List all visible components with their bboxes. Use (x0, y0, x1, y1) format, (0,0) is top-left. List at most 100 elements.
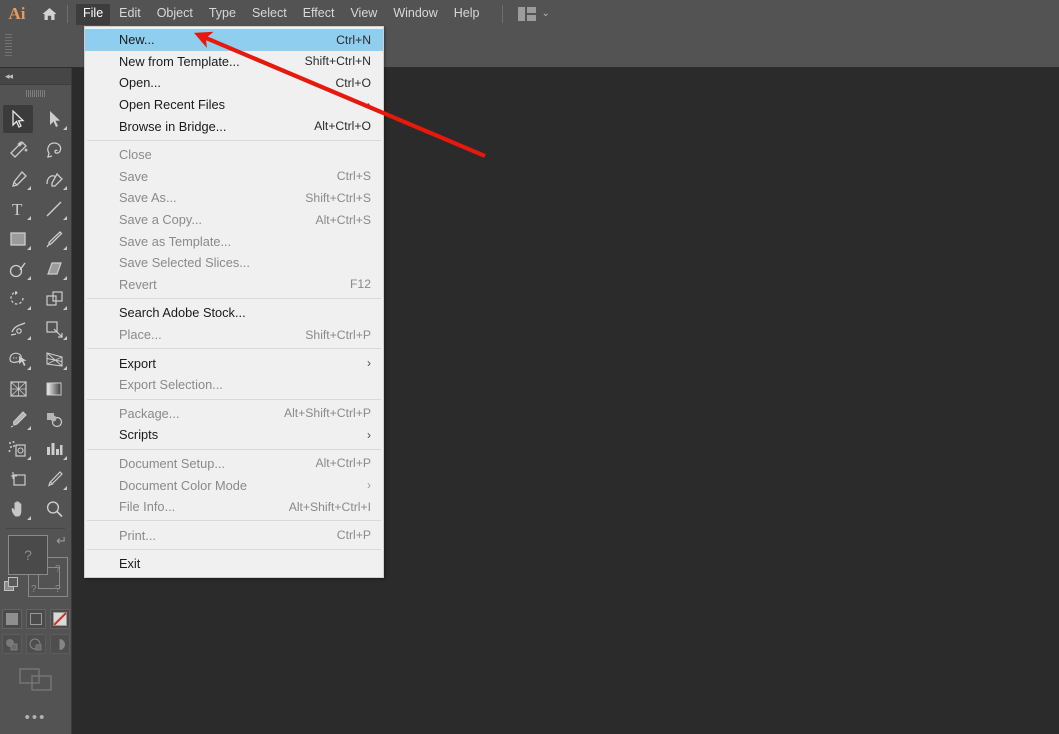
menubar-item-effect[interactable]: Effect (296, 4, 342, 25)
perspective-grid-tool[interactable] (36, 344, 72, 374)
symbol-sprayer-tool[interactable] (0, 434, 36, 464)
menu-item-export-selection[interactable]: Export Selection... (85, 374, 383, 396)
draw-normal-button[interactable] (1, 634, 22, 654)
menubar-item-help[interactable]: Help (447, 4, 487, 25)
eraser-tool[interactable] (36, 254, 72, 284)
none-mode-button[interactable] (49, 609, 70, 629)
stroke-q-3: ? (55, 584, 61, 595)
menu-item-open[interactable]: Open... Ctrl+O (85, 72, 383, 94)
menu-item-exit[interactable]: Exit (85, 553, 383, 575)
gradient-tool[interactable] (36, 374, 72, 404)
menubar-items: File Edit Object Type Select Effect View Window… (75, 3, 488, 25)
control-bar-grip[interactable] (5, 34, 12, 60)
fill-swatch[interactable]: ? (8, 535, 48, 575)
menu-item-document-setup[interactable]: Document Setup... Alt+Ctrl+P (85, 453, 383, 475)
eyedropper-tool[interactable] (0, 404, 36, 434)
draw-behind-button[interactable] (25, 634, 46, 654)
menubar-item-object[interactable]: Object (150, 4, 200, 25)
change-screen-mode-button[interactable] (0, 668, 71, 692)
fill-and-stroke-controls: ? ? ? ? ↵ (0, 533, 71, 603)
paintbrush-tool[interactable] (36, 224, 72, 254)
menu-item-label: Open Recent Files (119, 97, 225, 113)
menubar-item-edit[interactable]: Edit (112, 4, 148, 25)
menu-item-file-info[interactable]: File Info... Alt+Shift+Ctrl+I (85, 496, 383, 518)
menu-item-label: Print... (119, 527, 156, 543)
type-tool[interactable]: T (0, 194, 36, 224)
menu-item-browse-in-bridge[interactable]: Browse in Bridge... Alt+Ctrl+O (85, 115, 383, 137)
menubar-divider (67, 5, 68, 23)
slice-tool[interactable] (36, 464, 72, 494)
menu-item-shortcut: F12 (349, 277, 371, 292)
file-menu-dropdown: New... Ctrl+N New from Template... Shift+Ct… (84, 26, 384, 578)
tools-panel-header[interactable]: ◂◂ (0, 68, 71, 85)
lasso-tool[interactable] (36, 134, 72, 164)
rotate-tool[interactable] (0, 284, 36, 314)
tools-panel-grip[interactable] (0, 85, 71, 101)
menu-item-label: Save As... (119, 190, 177, 206)
menu-item-save-a-copy[interactable]: Save a Copy... Alt+Ctrl+S (85, 209, 383, 231)
artboard-tool[interactable] (0, 464, 36, 494)
menu-item-document-color-mode[interactable]: Document Color Mode › (85, 474, 383, 496)
pen-tool[interactable] (0, 164, 36, 194)
menu-item-scripts[interactable]: Scripts › (85, 424, 383, 446)
menu-item-revert[interactable]: Revert F12 (85, 274, 383, 296)
menu-item-close[interactable]: Close (85, 144, 383, 166)
menubar-item-view[interactable]: View (343, 4, 384, 25)
direct-selection-tool[interactable] (36, 104, 72, 134)
edit-toolbar-button[interactable]: ••• (0, 710, 71, 725)
menu-separator (87, 348, 381, 350)
blend-tool[interactable] (36, 404, 72, 434)
stroke-q-2: ? (31, 584, 37, 595)
menu-item-export[interactable]: Export › (85, 352, 383, 374)
zoom-tool[interactable] (36, 494, 72, 524)
arrange-documents-icon (517, 7, 536, 21)
scale-tool[interactable] (36, 284, 72, 314)
home-icon[interactable] (34, 0, 64, 28)
menubar-item-select[interactable]: Select (245, 4, 294, 25)
menubar-item-type[interactable]: Type (202, 4, 243, 25)
shape-builder-tool[interactable] (0, 344, 36, 374)
menu-item-package[interactable]: Package... Alt+Shift+Ctrl+P (85, 403, 383, 425)
line-segment-tool[interactable] (36, 194, 72, 224)
rectangle-tool[interactable] (0, 224, 36, 254)
menubar-item-window[interactable]: Window (386, 4, 444, 25)
selection-tool[interactable] (0, 104, 36, 134)
menu-item-new-from-template[interactable]: New from Template... Shift+Ctrl+N (85, 51, 383, 73)
menu-item-new[interactable]: New... Ctrl+N (85, 29, 383, 51)
menubar-divider-2 (501, 5, 503, 23)
collapse-panel-icon[interactable]: ◂◂ (5, 71, 13, 81)
menu-item-save-selected-slices[interactable]: Save Selected Slices... (85, 252, 383, 274)
arrange-documents-button[interactable]: ⌄ (517, 7, 550, 21)
menu-item-label: Save as Template... (119, 233, 232, 249)
hand-tool[interactable] (0, 494, 36, 524)
column-graph-tool[interactable] (36, 434, 72, 464)
menubar-item-file[interactable]: File (76, 3, 111, 25)
tools-divider (6, 528, 65, 529)
menu-item-label: Close (119, 147, 152, 163)
default-fill-stroke-icon[interactable] (4, 577, 19, 592)
menu-item-place[interactable]: Place... Shift+Ctrl+P (85, 324, 383, 346)
width-tool[interactable] (0, 314, 36, 344)
free-transform-tool[interactable] (36, 314, 72, 344)
menu-item-save-as[interactable]: Save As... Shift+Ctrl+S (85, 187, 383, 209)
menu-item-label: New from Template... (119, 53, 240, 69)
menu-item-print[interactable]: Print... Ctrl+P (85, 524, 383, 546)
shaper-tool[interactable] (0, 254, 36, 284)
menu-item-shortcut: Shift+Ctrl+S (305, 190, 371, 205)
menu-item-open-recent-files[interactable]: Open Recent Files › (85, 94, 383, 116)
gradient-mode-button[interactable] (25, 609, 46, 629)
magic-wand-tool[interactable] (0, 134, 36, 164)
draw-inside-button[interactable] (49, 634, 70, 654)
menu-item-search-adobe-stock[interactable]: Search Adobe Stock... (85, 302, 383, 324)
mesh-tool[interactable] (0, 374, 36, 404)
menu-item-label: Exit (119, 556, 141, 572)
drawing-mode-buttons (0, 634, 71, 654)
swap-fill-stroke-icon[interactable]: ↵ (56, 533, 67, 549)
menu-separator (87, 298, 381, 300)
menu-item-shortcut: Ctrl+S (336, 169, 371, 184)
menu-bar: Ai File Edit Object Type Select Effect View Win… (0, 0, 1059, 28)
curvature-tool[interactable] (36, 164, 72, 194)
menu-item-save-as-template[interactable]: Save as Template... (85, 230, 383, 252)
color-mode-button[interactable] (1, 609, 22, 629)
menu-item-save[interactable]: Save Ctrl+S (85, 166, 383, 188)
